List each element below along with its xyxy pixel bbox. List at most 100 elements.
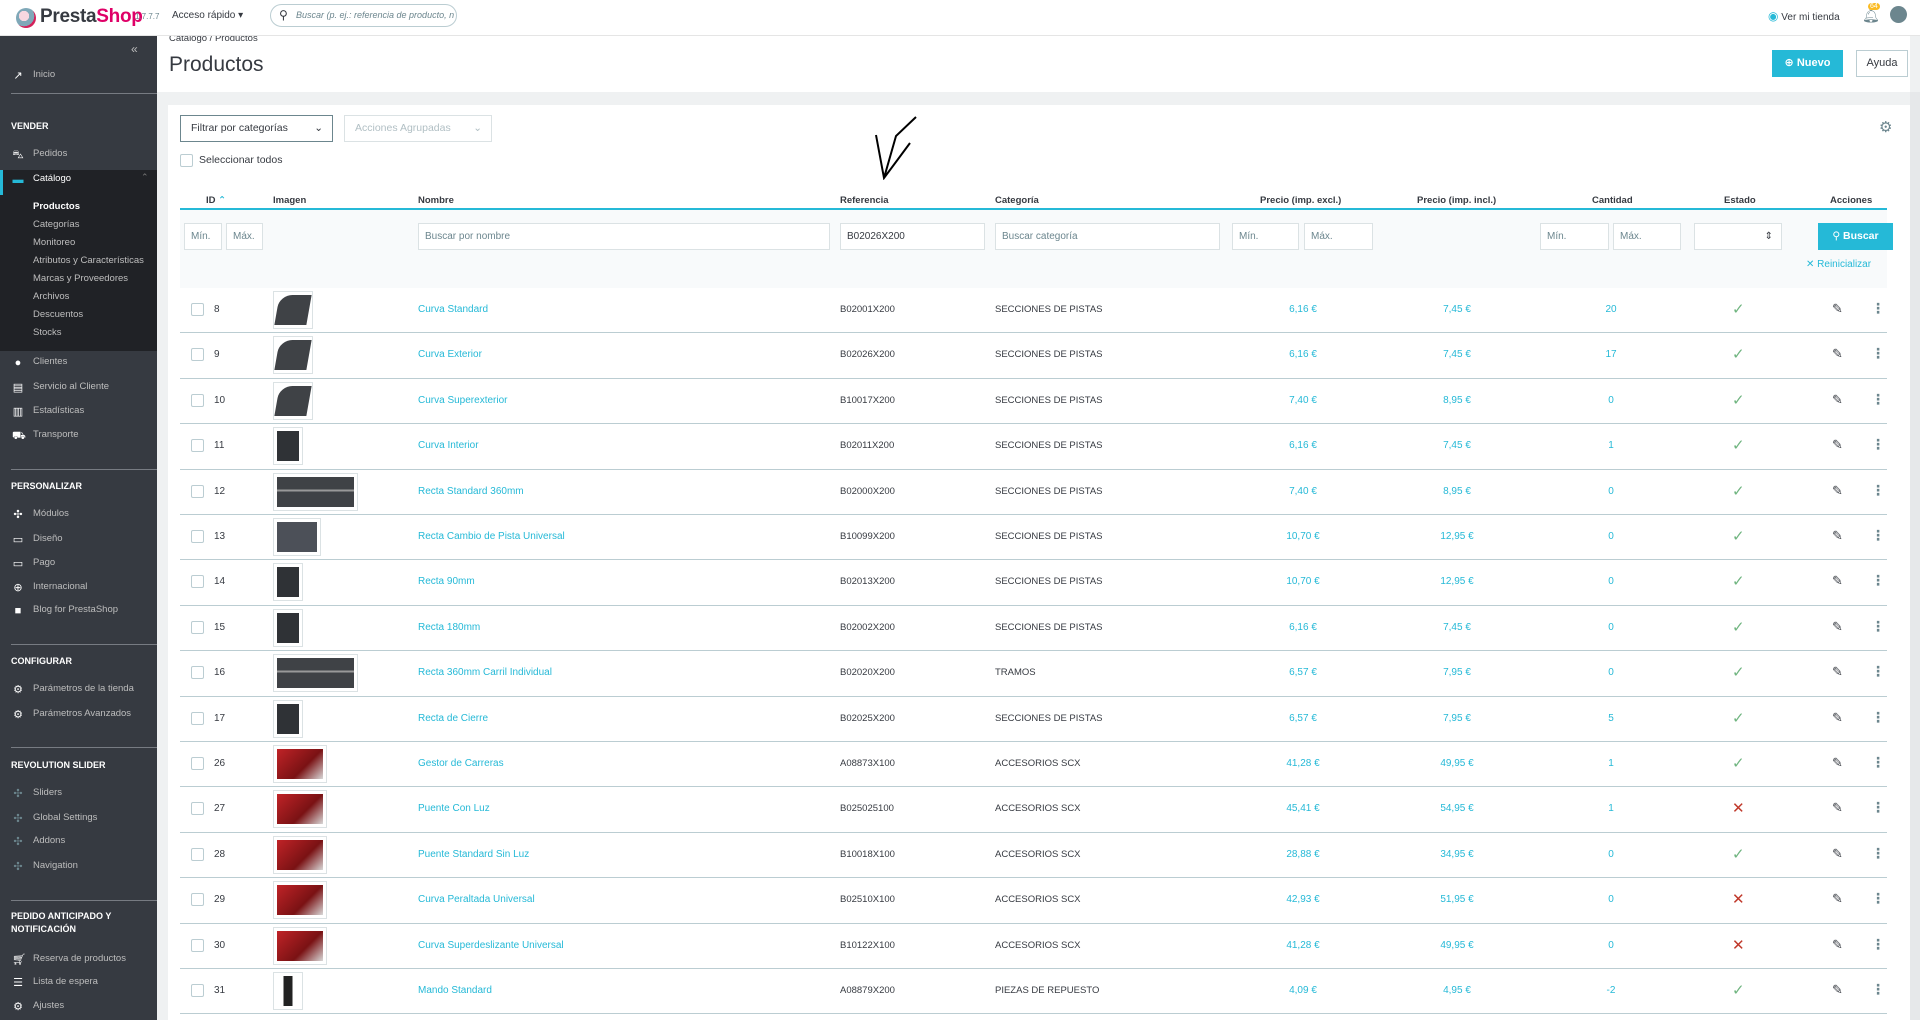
product-thumbnail[interactable]: [273, 427, 303, 466]
status-enabled-check-icon[interactable]: ✓: [1732, 300, 1745, 318]
sidebar-sub-archivos[interactable]: Archivos: [33, 291, 69, 302]
product-thumbnail[interactable]: [273, 972, 303, 1010]
quantity-min-input[interactable]: Mín.: [1540, 223, 1609, 250]
prestashop-logo-icon[interactable]: [16, 8, 36, 28]
price-excl-link[interactable]: 42,93 €: [1243, 894, 1363, 905]
more-actions-kebab-icon[interactable]: ⋮: [1871, 482, 1885, 499]
sidebar-sub-descuentos[interactable]: Descuentos: [33, 309, 83, 320]
edit-pencil-icon[interactable]: ✎: [1832, 573, 1843, 589]
row-checkbox[interactable]: [191, 530, 204, 543]
status-enabled-check-icon[interactable]: ✓: [1732, 391, 1745, 409]
product-name-link[interactable]: Recta 360mm Carril Individual: [418, 667, 552, 678]
settings-gear-icon[interactable]: ⚙: [1879, 118, 1892, 136]
sidebar-item-sliders[interactable]: ✣ Sliders: [12, 787, 62, 800]
product-name-link[interactable]: Recta 180mm: [418, 622, 480, 633]
select-all-label[interactable]: Seleccionar todos: [199, 154, 282, 166]
edit-pencil-icon[interactable]: ✎: [1832, 937, 1843, 953]
more-actions-kebab-icon[interactable]: ⋮: [1871, 709, 1885, 726]
edit-pencil-icon[interactable]: ✎: [1832, 619, 1843, 635]
reference-filter-input[interactable]: B02026X200: [840, 223, 985, 250]
product-thumbnail[interactable]: [273, 926, 327, 965]
quantity-link[interactable]: 1: [1586, 440, 1636, 451]
price-excl-link[interactable]: 41,28 €: [1243, 758, 1363, 769]
edit-pencil-icon[interactable]: ✎: [1832, 800, 1843, 816]
sidebar-item-addons[interactable]: ✣ Addons: [12, 835, 65, 848]
product-name-link[interactable]: Mando Standard: [418, 985, 492, 996]
more-actions-kebab-icon[interactable]: ⋮: [1871, 845, 1885, 862]
product-thumbnail[interactable]: [273, 654, 358, 693]
sidebar-item-lista-espera[interactable]: ☰ Lista de espera: [12, 976, 98, 989]
sidebar-item-internacional[interactable]: ⊕ Internacional: [12, 581, 87, 594]
quantity-link[interactable]: 0: [1586, 622, 1636, 633]
price-excl-link[interactable]: 41,28 €: [1243, 940, 1363, 951]
row-checkbox[interactable]: [191, 666, 204, 680]
price-min-input[interactable]: Mín.: [1232, 223, 1299, 250]
quantity-link[interactable]: 0: [1586, 395, 1636, 406]
brand-logo[interactable]: PrestaShop: [40, 6, 143, 28]
more-actions-kebab-icon[interactable]: ⋮: [1871, 300, 1885, 317]
collapse-sidebar-icon[interactable]: «: [131, 42, 138, 56]
price-max-input[interactable]: Máx.: [1304, 223, 1373, 250]
price-excl-link[interactable]: 10,70 €: [1243, 531, 1363, 542]
sidebar-item-pedidos[interactable]: ⛍ Pedidos: [12, 148, 67, 161]
price-incl-link[interactable]: 7,45 €: [1397, 349, 1517, 360]
status-filter-select[interactable]: ⇕: [1694, 223, 1782, 250]
product-name-link[interactable]: Curva Standard: [418, 304, 488, 315]
product-name-link[interactable]: Curva Superdeslizante Universal: [418, 940, 564, 951]
sidebar-item-navigation[interactable]: ✣ Navigation: [12, 860, 78, 873]
column-reference[interactable]: Referencia: [840, 195, 889, 206]
edit-pencil-icon[interactable]: ✎: [1832, 846, 1843, 862]
row-checkbox[interactable]: [191, 847, 204, 861]
product-name-link[interactable]: Gestor de Carreras: [418, 758, 504, 769]
quantity-link[interactable]: -2: [1586, 985, 1636, 996]
select-all-checkbox[interactable]: [180, 154, 193, 167]
edit-pencil-icon[interactable]: ✎: [1832, 346, 1843, 362]
product-name-link[interactable]: Curva Peraltada Universal: [418, 894, 535, 905]
status-disabled-x-icon[interactable]: ✕: [1732, 799, 1745, 817]
product-name-link[interactable]: Recta Cambio de Pista Universal: [418, 531, 565, 542]
price-excl-link[interactable]: 6,16 €: [1243, 440, 1363, 451]
row-checkbox[interactable]: [191, 484, 204, 498]
row-checkbox[interactable]: [191, 439, 204, 453]
status-enabled-check-icon[interactable]: ✓: [1732, 527, 1745, 545]
view-shop-link[interactable]: ◉ Ver mi tienda: [1768, 9, 1840, 23]
column-price-incl[interactable]: Precio (imp. incl.): [1417, 195, 1496, 206]
price-excl-link[interactable]: 6,16 €: [1243, 622, 1363, 633]
page-scrollbar[interactable]: [1910, 92, 1920, 1020]
sidebar-item-catalogo[interactable]: ▬ Catálogo: [12, 173, 72, 186]
sidebar-item-modulos[interactable]: ✣ Módulos: [12, 508, 69, 521]
more-actions-kebab-icon[interactable]: ⋮: [1871, 936, 1885, 953]
sidebar-item-pago[interactable]: ▭ Pago: [12, 557, 55, 570]
edit-pencil-icon[interactable]: ✎: [1832, 437, 1843, 453]
edit-pencil-icon[interactable]: ✎: [1832, 664, 1843, 680]
product-thumbnail[interactable]: [273, 790, 327, 829]
edit-pencil-icon[interactable]: ✎: [1832, 392, 1843, 408]
row-checkbox[interactable]: [191, 303, 204, 316]
reset-filters-link[interactable]: ✕ Reinicializar: [1806, 259, 1871, 270]
more-actions-kebab-icon[interactable]: ⋮: [1871, 799, 1885, 816]
quantity-link[interactable]: 17: [1586, 349, 1636, 360]
row-checkbox[interactable]: [191, 575, 204, 589]
product-name-link[interactable]: Recta Standard 360mm: [418, 486, 524, 497]
price-excl-link[interactable]: 6,16 €: [1243, 304, 1363, 315]
more-actions-kebab-icon[interactable]: ⋮: [1871, 663, 1885, 680]
product-name-link[interactable]: Puente Standard Sin Luz: [418, 849, 529, 860]
price-incl-link[interactable]: 7,45 €: [1397, 440, 1517, 451]
quantity-link[interactable]: 0: [1586, 940, 1636, 951]
price-excl-link[interactable]: 6,16 €: [1243, 349, 1363, 360]
status-enabled-check-icon[interactable]: ✓: [1732, 482, 1745, 500]
sidebar-item-estadisticas[interactable]: ▥ Estadísticas: [12, 405, 84, 418]
edit-pencil-icon[interactable]: ✎: [1832, 982, 1843, 998]
row-checkbox[interactable]: [191, 348, 204, 362]
row-checkbox[interactable]: [191, 757, 204, 770]
status-enabled-check-icon[interactable]: ✓: [1732, 663, 1745, 681]
status-enabled-check-icon[interactable]: ✓: [1732, 709, 1745, 727]
product-thumbnail[interactable]: [273, 608, 303, 647]
column-name[interactable]: Nombre: [418, 195, 454, 206]
quantity-max-input[interactable]: Máx.: [1613, 223, 1681, 250]
more-actions-kebab-icon[interactable]: ⋮: [1871, 890, 1885, 907]
id-max-input[interactable]: Máx.: [226, 223, 263, 250]
quantity-link[interactable]: 5: [1586, 713, 1636, 724]
quantity-link[interactable]: 0: [1586, 667, 1636, 678]
product-name-link[interactable]: Curva Superexterior: [418, 395, 507, 406]
